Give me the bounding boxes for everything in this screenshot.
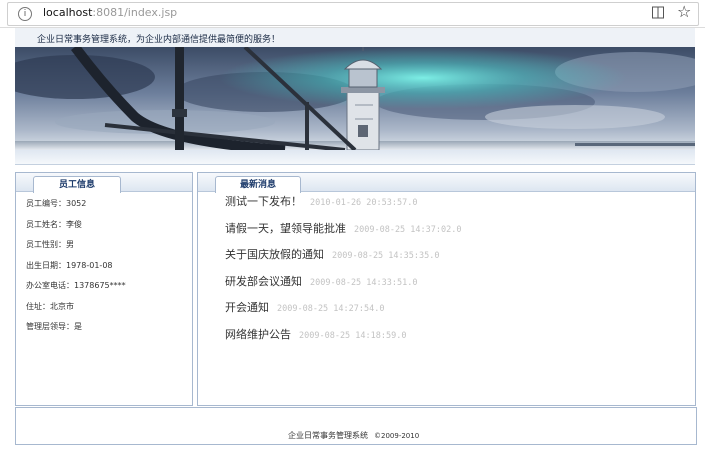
footer-copyright: ©2009-2010 (374, 432, 420, 440)
field-value: 3052 (66, 199, 87, 208)
banner-divider (15, 150, 695, 165)
news-date: 2009-08-25 14:35:35.0 (332, 251, 440, 261)
employee-field-gender: 员工性别：男 (26, 238, 126, 259)
employee-field-office-phone: 办公室电话：1378675**** (26, 279, 126, 300)
tab-latest-news[interactable]: 最新消息 (215, 176, 301, 193)
news-item: 请假一天，望领导能批准 2009-08-25 14:37:02.0 (225, 219, 461, 246)
browser-toolbar: i localhost:8081/index.jsp ☆ (0, 0, 705, 28)
field-label: 员工姓名： (26, 219, 66, 229)
employee-panel-header: 员工信息 (16, 173, 192, 193)
field-value: 男 (66, 240, 74, 249)
news-title-link[interactable]: 测试一下发布！ (225, 195, 302, 208)
news-date: 2010-01-26 20:53:57.0 (310, 198, 418, 208)
news-title-link[interactable]: 关于国庆放假的通知 (225, 248, 324, 261)
tab-employee-info[interactable]: 员工信息 (33, 176, 121, 193)
header-strip: 企业日常事务管理系统，为企业内部通信提供最简便的服务！ (15, 28, 695, 47)
header-slogan: 企业日常事务管理系统，为企业内部通信提供最简便的服务！ (37, 35, 281, 45)
info-icon[interactable]: i (18, 7, 32, 21)
news-item: 网络维护公告 2009-08-25 14:18:59.0 (225, 325, 461, 352)
page-footer: 企业日常事务管理系统 ©2009-2010 (15, 407, 697, 445)
bookmark-star-icon[interactable]: ☆ (677, 2, 691, 22)
news-date: 2009-08-25 14:33:51.0 (310, 277, 418, 288)
news-date: 2009-08-25 14:27:54.0 (277, 304, 385, 314)
url-text[interactable]: localhost:8081/index.jsp (43, 6, 177, 19)
news-date: 2009-08-25 14:37:02.0 (354, 224, 462, 235)
employee-field-address: 住址：北京市 (26, 300, 126, 321)
page-content: 企业日常事务管理系统，为企业内部通信提供最简便的服务！ 员工信息 员工编号：30… (0, 28, 705, 454)
footer-text: 企业日常事务管理系统 ©2009-2010 (288, 430, 419, 441)
news-panel-header: 最新消息 (198, 173, 695, 193)
news-title-link[interactable]: 研发部会议通知 (225, 275, 302, 288)
field-label: 员工性别： (26, 240, 66, 249)
news-list: 测试一下发布！ 2010-01-26 20:53:57.0 请假一天，望领导能批准… (225, 192, 461, 351)
field-label: 住址： (26, 301, 50, 311)
employee-field-list: 员工编号：3052 员工姓名：李俊 员工性别：男 出生日期：1978-01-08… (26, 197, 126, 341)
field-value: 1978-01-08 (66, 260, 113, 270)
banner-lighthouse-illustration (15, 47, 695, 150)
news-date: 2009-08-25 14:18:59.0 (299, 330, 407, 341)
news-title-link[interactable]: 网络维护公告 (225, 328, 291, 341)
field-value: 李俊 (66, 219, 82, 229)
employee-info-panel: 员工信息 员工编号：3052 员工姓名：李俊 员工性别：男 出生日期：1978-… (15, 172, 193, 406)
field-label: 管理层领导： (26, 322, 74, 331)
footer-system-name: 企业日常事务管理系统 (288, 431, 368, 440)
news-item: 关于国庆放假的通知 2009-08-25 14:35:35.0 (225, 245, 461, 272)
url-host: localhost (43, 6, 93, 19)
employee-field-birthdate: 出生日期：1978-01-08 (26, 259, 126, 280)
field-label: 出生日期： (26, 260, 66, 270)
news-title-link[interactable]: 请假一天，望领导能批准 (225, 222, 346, 235)
field-value: 1378675**** (74, 281, 126, 290)
field-label: 办公室电话： (26, 281, 74, 290)
banner-image (15, 47, 695, 150)
news-item: 开会通知 2009-08-25 14:27:54.0 (225, 298, 461, 325)
news-item: 研发部会议通知 2009-08-25 14:33:51.0 (225, 272, 461, 299)
field-value: 是 (74, 322, 82, 331)
employee-field-manager: 管理层领导：是 (26, 320, 126, 341)
field-value: 北京市 (50, 301, 74, 311)
reader-mode-icon[interactable] (652, 6, 664, 19)
employee-field-name: 员工姓名：李俊 (26, 218, 126, 239)
field-label: 员工编号： (26, 199, 66, 208)
latest-news-panel: 最新消息 测试一下发布！ 2010-01-26 20:53:57.0 请假一天，望… (197, 172, 696, 406)
news-title-link[interactable]: 开会通知 (225, 301, 269, 314)
news-item: 测试一下发布！ 2010-01-26 20:53:57.0 (225, 192, 461, 219)
address-bar[interactable]: i localhost:8081/index.jsp ☆ (7, 2, 699, 26)
url-path: :8081/index.jsp (92, 6, 178, 19)
employee-field-id: 员工编号：3052 (26, 197, 126, 218)
